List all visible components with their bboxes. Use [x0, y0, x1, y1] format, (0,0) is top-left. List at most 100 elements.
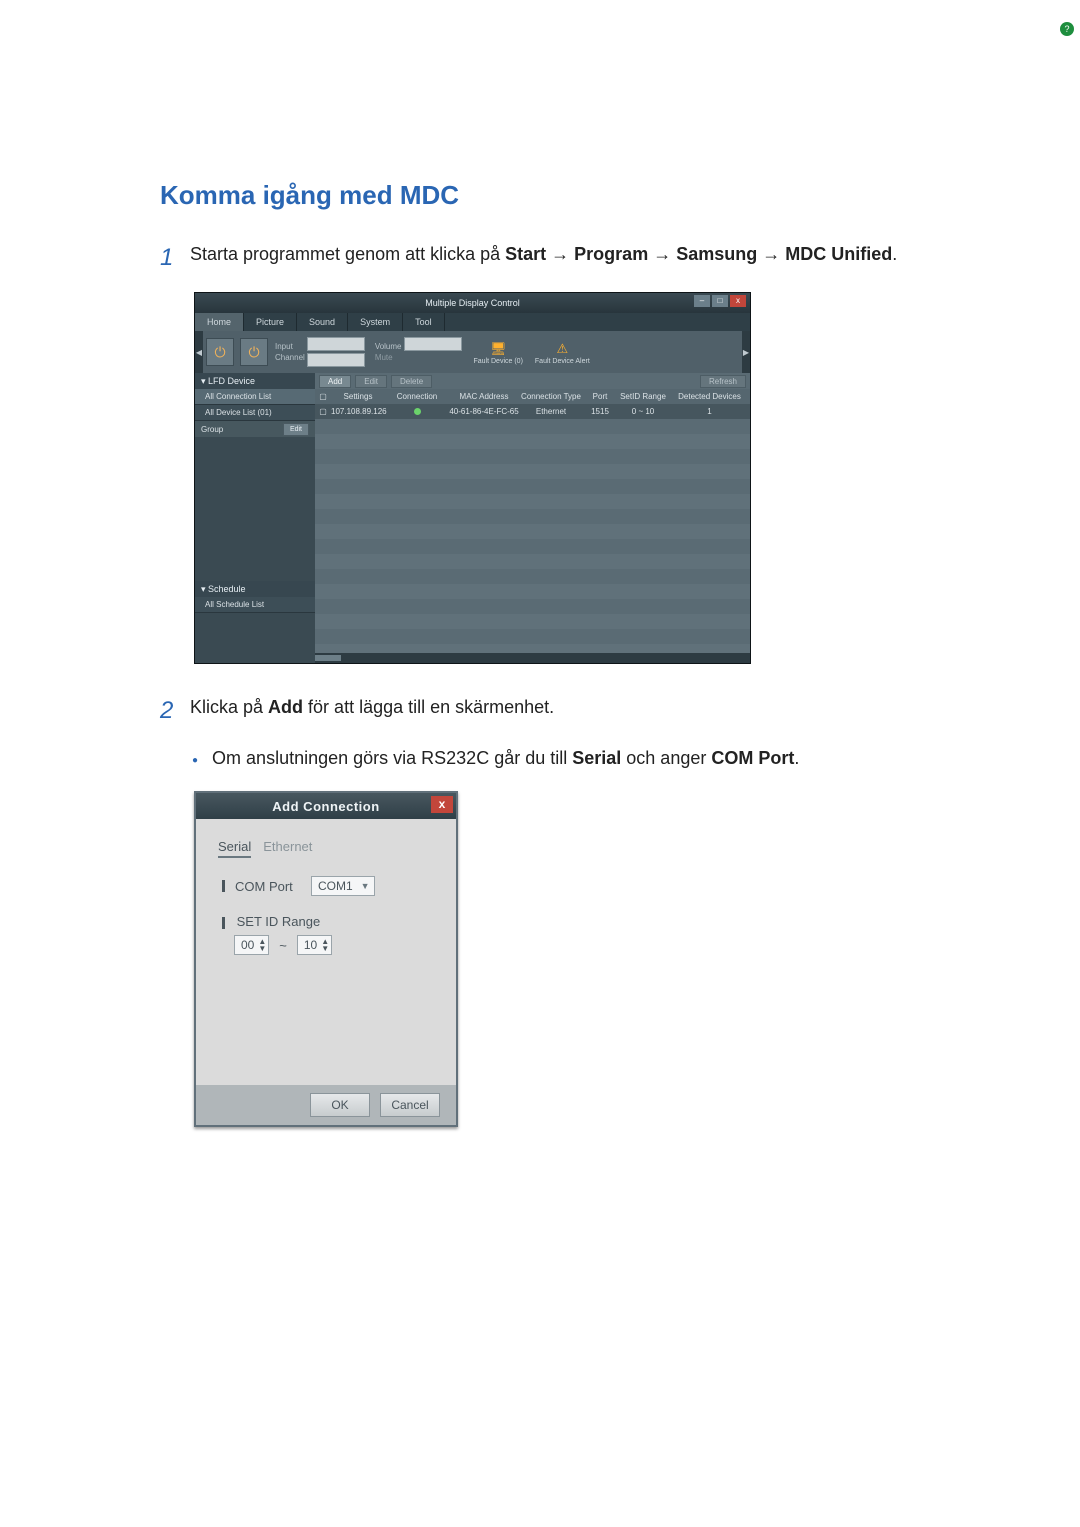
edit-button[interactable]: Edit: [355, 375, 387, 388]
setid-range-separator: ~: [279, 938, 287, 953]
step-2-bullet: ● Om anslutningen görs via RS232C går du…: [192, 745, 920, 773]
window-minimize-button[interactable]: –: [694, 295, 710, 307]
fault-device-icon: 🖥: [488, 340, 508, 358]
cancel-button[interactable]: Cancel: [380, 1093, 440, 1117]
sidebar-group-label: Group: [201, 425, 223, 434]
field-marker-icon: [222, 880, 225, 892]
delete-button[interactable]: Delete: [391, 375, 432, 388]
ok-button[interactable]: OK: [310, 1093, 370, 1117]
window-close-button[interactable]: x: [730, 295, 746, 307]
sidebar-schedule-header[interactable]: ▾ Schedule: [195, 581, 315, 597]
grid-row-settings: 107.108.89.126: [331, 404, 385, 419]
volume-label: Volume: [375, 342, 402, 351]
addconn-footer: OK Cancel: [196, 1085, 456, 1125]
power-off-icon[interactable]: ⏻: [240, 338, 268, 366]
fault-device-block[interactable]: 🖥 Fault Device (0): [474, 340, 523, 365]
tab-serial[interactable]: Serial: [218, 839, 251, 858]
addconn-title: Add Connection: [196, 799, 456, 814]
step-2-number: 2: [160, 692, 190, 729]
grid-data-row[interactable]: ▢ 107.108.89.126 40-61-86-4E-FC-65 Ether…: [315, 404, 750, 419]
grid-row-type: Ethernet: [519, 404, 583, 419]
sidebar-all-schedule[interactable]: All Schedule List: [195, 597, 315, 613]
menu-system[interactable]: System: [348, 313, 403, 331]
add-connection-dialog: Add Connection x Serial Ethernet COM Por…: [194, 791, 458, 1127]
section-title: Komma igång med MDC: [160, 180, 920, 211]
grid-row-mac: 40-61-86-4E-FC-65: [449, 404, 519, 419]
sidebar-lfd-header[interactable]: ▾ LFD Device: [195, 373, 315, 389]
addconn-close-button[interactable]: x: [431, 796, 453, 813]
grid-row-port: 1515: [583, 404, 617, 419]
mdc-toolbar: ◀ ⏻ ⏻ Input Channel Volume Mute 🖥 Fault: [195, 331, 750, 373]
setid-to-stepper[interactable]: 10 ▲▼: [297, 935, 332, 955]
step-1: 1 Starta programmet genom att klicka på …: [160, 241, 920, 276]
grid-header-settings: Settings: [331, 389, 385, 404]
status-online-icon: [414, 408, 421, 415]
fault-alert-icon: ⚠: [552, 340, 572, 358]
stepper-arrows-icon: ▲▼: [258, 938, 266, 952]
grid-header-mac: MAC Address: [449, 389, 519, 404]
help-icon[interactable]: ?: [1060, 22, 1074, 36]
grid-row-detected: 1: [669, 404, 750, 419]
mdc-title: Multiple Display Control: [195, 298, 750, 308]
scrollbar-thumb[interactable]: [315, 655, 341, 661]
comport-field: COM Port COM1 ▼: [222, 876, 430, 896]
grid-header-row: ▢ Settings Connection Status MAC Address…: [315, 389, 750, 404]
stepper-arrows-icon: ▲▼: [321, 938, 329, 952]
step-1-number: 1: [160, 239, 190, 276]
grid-horizontal-scrollbar[interactable]: [315, 653, 750, 663]
window-maximize-button[interactable]: □: [712, 295, 728, 307]
setid-from-value: 00: [241, 938, 254, 952]
mdc-sidebar: ▾ LFD Device All Connection List All Dev…: [195, 373, 315, 663]
comport-label: COM Port: [235, 879, 301, 894]
channel-select[interactable]: [307, 353, 365, 367]
addconn-titlebar: Add Connection x: [196, 793, 456, 819]
mdc-window: Multiple Display Control – □ x ? Home Pi…: [194, 292, 751, 664]
step-1-text: Starta programmet genom att klicka på St…: [190, 241, 920, 269]
grid-row-checkbox[interactable]: ▢: [315, 404, 331, 419]
comport-value: COM1: [318, 879, 353, 893]
grid-header-detected: Detected Devices: [669, 389, 750, 404]
grid-toolbar: Add Edit Delete Refresh: [315, 373, 750, 389]
toolbar-prev-arrow[interactable]: ◀: [195, 331, 203, 373]
input-combo: Input Channel: [275, 342, 305, 362]
menu-picture[interactable]: Picture: [244, 313, 297, 331]
channel-label: Channel: [275, 353, 305, 362]
bullet-text: Om anslutningen görs via RS232C går du t…: [212, 745, 799, 773]
step-2: 2 Klicka på Add för att lägga till en sk…: [160, 694, 920, 729]
fault-alert-block[interactable]: ⚠ Fault Device Alert: [535, 340, 590, 365]
sidebar-all-device[interactable]: All Device List (01): [195, 405, 315, 421]
sidebar-group-edit-button[interactable]: Edit: [283, 423, 309, 436]
comport-select[interactable]: COM1 ▼: [311, 876, 375, 896]
grid-header-setid: SetID Range: [617, 389, 669, 404]
power-on-icon[interactable]: ⏻: [206, 338, 234, 366]
menu-tool[interactable]: Tool: [403, 313, 445, 331]
chevron-down-icon: ▼: [361, 881, 370, 891]
setid-from-stepper[interactable]: 00 ▲▼: [234, 935, 269, 955]
bullet-icon: ●: [192, 753, 198, 769]
toolbar-next-arrow[interactable]: ▶: [742, 331, 750, 373]
field-marker-icon: [222, 917, 225, 929]
volume-select[interactable]: [404, 337, 462, 351]
mute-label: Mute: [375, 353, 402, 362]
grid-header-type: Connection Type: [519, 389, 583, 404]
volume-combo: Volume Mute: [375, 342, 402, 362]
input-select[interactable]: [307, 337, 365, 351]
menu-sound[interactable]: Sound: [297, 313, 348, 331]
input-label: Input: [275, 342, 305, 351]
grid-header-checkbox[interactable]: ▢: [315, 389, 331, 404]
menu-home[interactable]: Home: [195, 313, 244, 331]
tab-ethernet[interactable]: Ethernet: [263, 839, 312, 858]
setid-to-value: 10: [304, 938, 317, 952]
grid-header-connection-status: Connection Status: [385, 389, 449, 404]
add-button[interactable]: Add: [319, 375, 351, 388]
grid-row-connection-status: [385, 404, 449, 419]
addconn-tabs: Serial Ethernet: [196, 819, 456, 858]
sidebar-group-row: Group Edit: [195, 421, 315, 437]
grid-empty-rows: [315, 419, 750, 663]
setid-label-row: SET ID Range: [222, 914, 430, 929]
grid-row-setid: 0 ~ 10: [617, 404, 669, 419]
sidebar-all-connection[interactable]: All Connection List: [195, 389, 315, 405]
mdc-titlebar: Multiple Display Control – □ x: [195, 293, 750, 313]
mdc-menubar: Home Picture Sound System Tool: [195, 313, 750, 331]
refresh-button[interactable]: Refresh: [700, 375, 746, 388]
